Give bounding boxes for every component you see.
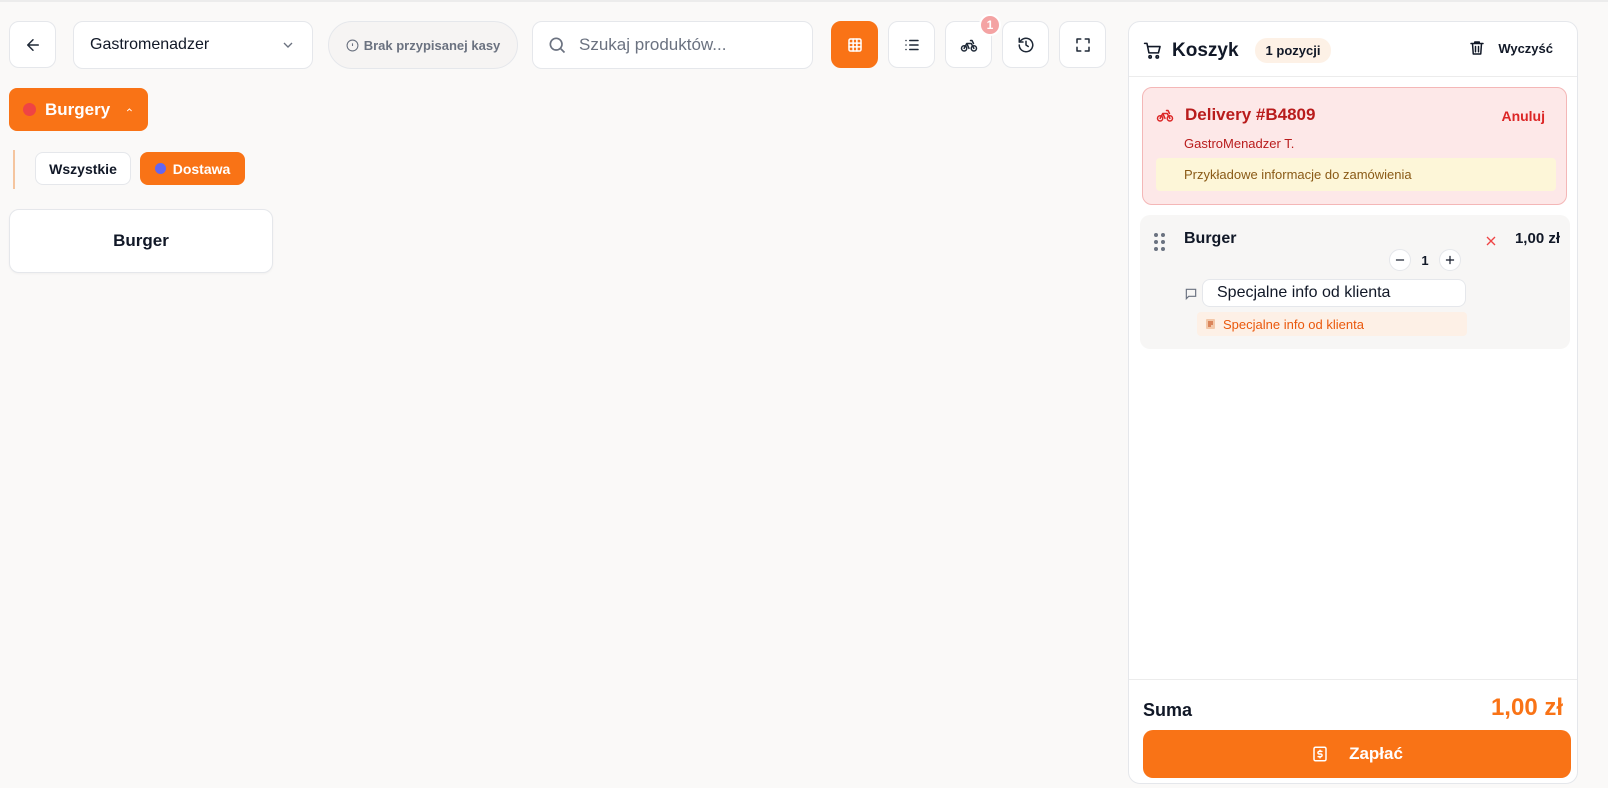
grid-view-button[interactable]	[831, 21, 878, 68]
fullscreen-icon	[1075, 37, 1090, 52]
register-status[interactable]: Brak przypisanej kasy	[328, 21, 518, 69]
minus-icon	[1395, 259, 1405, 261]
comment-icon	[1184, 287, 1198, 306]
quantity-value: 1	[1421, 252, 1429, 268]
close-icon	[1486, 236, 1496, 246]
delivery-order-card: Delivery #B4809 Anuluj GastroMenadzer T.…	[1142, 87, 1567, 205]
top-divider	[0, 0, 1608, 2]
subcategory-connector	[13, 150, 15, 189]
location-select-value: Gastromenadzer	[90, 36, 210, 53]
cart-header: Koszyk 1 pozycji Wyczyść	[1129, 22, 1577, 77]
back-button[interactable]	[9, 21, 56, 68]
memo-icon	[1206, 319, 1215, 329]
subcategory-color-dot	[154, 163, 166, 174]
quantity-stepper: 1	[1389, 249, 1461, 271]
subcategory-wszystkie[interactable]: Wszystkie	[35, 152, 131, 185]
fullscreen-button[interactable]	[1059, 21, 1106, 68]
cart-title: Koszyk 1 pozycji	[1143, 38, 1332, 63]
clear-cart-label: Wyczyść	[1498, 40, 1553, 56]
delivery-title-label: Delivery #B4809	[1185, 105, 1316, 124]
decrease-quantity-button[interactable]	[1389, 249, 1411, 271]
cart-title-label: Koszyk	[1172, 39, 1239, 61]
drag-handle-icon[interactable]	[1154, 233, 1165, 251]
pay-button-label: Zapłać	[1349, 744, 1403, 763]
cart-item-name: Burger	[1184, 230, 1237, 247]
item-note-text: Specjalne info od klienta	[1223, 316, 1364, 332]
cart-panel: Koszyk 1 pozycji Wyczyść Delivery #B4809…	[1128, 21, 1578, 784]
location-select[interactable]: Gastromenadzer	[73, 21, 313, 69]
category-label: Burgery	[45, 99, 111, 119]
cart-item: Burger 1 1,00 zł Specjalne info od klien…	[1140, 215, 1570, 349]
shopping-cart-icon	[1143, 42, 1161, 59]
search-input[interactable]	[579, 35, 799, 55]
sum-label: Suma	[1143, 700, 1193, 720]
delivery-title: Delivery #B4809	[1155, 105, 1315, 125]
list-icon	[904, 39, 919, 50]
cart-footer: Suma 1,00 zł Zapłać	[1129, 679, 1577, 783]
delivery-note: Przykładowe informacje do zamówienia	[1156, 158, 1556, 191]
delivery-customer: GastroMenadzer T.	[1184, 136, 1295, 151]
item-note-display: Specjalne info od klienta	[1197, 312, 1467, 336]
grid-icon	[847, 37, 862, 52]
subcategory-label: Dostawa	[172, 160, 231, 177]
arrow-left-icon	[26, 38, 39, 51]
delivery-orders-button[interactable]: 1	[945, 14, 1001, 68]
remove-item-button[interactable]	[1483, 233, 1499, 249]
product-name: Burger	[113, 231, 169, 250]
search-box[interactable]	[532, 21, 813, 69]
chevron-up-icon	[127, 107, 133, 111]
info-circle-icon	[346, 39, 359, 51]
plus-icon	[1445, 255, 1455, 265]
cart-item-price: 1,00 zł	[1514, 230, 1560, 247]
search-icon	[549, 37, 566, 54]
clear-cart-button[interactable]: Wyczyść	[1468, 39, 1553, 57]
chevron-down-icon	[283, 42, 293, 48]
pay-button[interactable]: Zapłać	[1143, 730, 1571, 778]
bike-icon	[960, 39, 977, 52]
list-view-button[interactable]	[888, 21, 935, 68]
bike-icon	[1156, 109, 1174, 122]
dollar-receipt-icon	[1313, 746, 1327, 762]
increase-quantity-button[interactable]	[1439, 249, 1461, 271]
register-status-label: Brak przypisanej kasy	[363, 37, 501, 53]
cart-count-badge: 1 pozycji	[1254, 38, 1332, 63]
delivery-badge: 1	[979, 14, 1001, 36]
category-burgery[interactable]: Burgery	[9, 88, 148, 131]
product-card-burger[interactable]: Burger	[9, 209, 273, 273]
sum-value: 1,00 zł	[1490, 694, 1563, 721]
history-icon	[1018, 37, 1033, 52]
cancel-delivery-button[interactable]: Anuluj	[1501, 108, 1545, 124]
trash-icon	[1470, 41, 1485, 55]
subcategory-label: Wszystkie	[49, 160, 117, 177]
subcategory-dostawa[interactable]: Dostawa	[140, 152, 245, 185]
category-color-dot	[23, 103, 36, 116]
item-note-input[interactable]	[1202, 279, 1466, 307]
history-button[interactable]	[1002, 21, 1049, 68]
